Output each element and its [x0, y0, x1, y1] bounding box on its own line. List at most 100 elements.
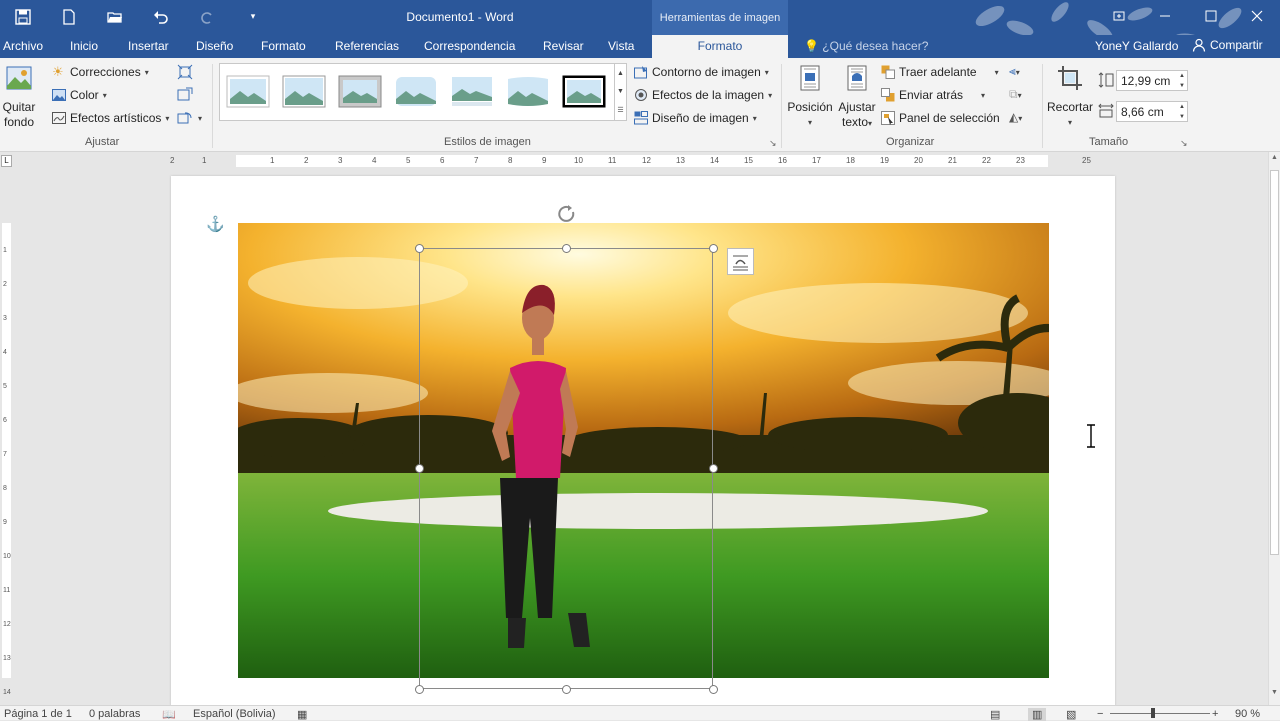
user-name[interactable]: YoneY Gallardo [1095, 39, 1178, 53]
maximize-icon[interactable] [1188, 0, 1234, 32]
zoom-in-icon[interactable]: + [1212, 708, 1218, 720]
position-button[interactable]: Posición ▾ [786, 64, 834, 130]
close-icon[interactable] [1234, 0, 1280, 32]
artistic-effects-label: Efectos artísticos [70, 111, 162, 125]
read-mode-icon[interactable]: ▤ [990, 708, 1000, 721]
tab-archivo[interactable]: Archivo [3, 39, 43, 53]
tab-formato-texto[interactable]: Formato [261, 39, 306, 53]
selection-pane-button[interactable]: Panel de selección [881, 108, 1000, 128]
picture-style-thumb[interactable] [282, 75, 326, 108]
picture-style-thumb[interactable] [338, 75, 382, 108]
tell-me-search[interactable]: 💡 ¿Qué desea hacer? [804, 39, 928, 53]
gallery-more-icon[interactable]: ☰ [617, 106, 623, 114]
picture-layout-button[interactable]: Diseño de imagen ▾ [634, 108, 757, 128]
wrap-text-button[interactable]: Ajustar texto▾ [836, 64, 878, 131]
minimize-icon[interactable] [1142, 0, 1188, 32]
resize-handle-n[interactable] [562, 244, 571, 253]
width-spinner-icon[interactable]: ▲ ▼ [1179, 102, 1185, 122]
align-icon[interactable]: ⫷▾ [1009, 64, 1020, 79]
reset-picture-dropdown[interactable]: ▾ [198, 114, 202, 123]
artistic-effects-button[interactable]: Efectos artísticos ▾ [52, 108, 169, 128]
vertical-scrollbar[interactable]: ▲ ▼ [1268, 152, 1280, 705]
picture-style-thumb-selected[interactable] [562, 75, 606, 108]
save-icon[interactable] [0, 0, 46, 33]
shape-width-input[interactable]: 8,66 cm ▲ ▼ [1116, 101, 1188, 122]
ruler-number: 3 [338, 156, 343, 165]
ruler-number: 23 [1016, 156, 1025, 165]
rotate-icon[interactable]: ◭▾ [1009, 110, 1022, 124]
anchor-icon[interactable]: ⚓ [206, 215, 225, 233]
tab-inicio[interactable]: Inicio [70, 39, 98, 53]
picture-style-thumb[interactable] [506, 75, 550, 108]
change-picture-icon[interactable] [177, 87, 193, 103]
send-backward-button[interactable]: Enviar atrás ▾ [881, 85, 985, 105]
corrections-button[interactable]: ☀ Correcciones ▾ [52, 62, 149, 82]
picture-border-button[interactable]: Contorno de imagen ▾ [634, 62, 769, 82]
language[interactable]: Español (Bolivia) [193, 708, 276, 720]
zoom-slider[interactable] [1110, 713, 1210, 714]
resize-handle-nw[interactable] [415, 244, 424, 253]
tab-formato-imagen[interactable]: Formato [652, 35, 788, 58]
scroll-down-icon[interactable]: ▼ [1271, 689, 1278, 696]
picture-effects-button[interactable]: Efectos de la imagen ▾ [634, 85, 772, 105]
print-layout-icon[interactable]: ▥ [1028, 708, 1047, 721]
picture-selection-frame[interactable] [419, 248, 713, 689]
gallery-down-icon[interactable]: ▼ [617, 88, 624, 95]
picture-style-thumb[interactable] [226, 75, 270, 108]
zoom-slider-thumb[interactable] [1151, 708, 1155, 718]
word-count[interactable]: 0 palabras [89, 708, 140, 720]
lightbulb-icon: 💡 [804, 39, 819, 53]
dialog-launcher-icon[interactable]: ↘ [769, 138, 777, 149]
bring-forward-icon [881, 65, 895, 79]
tab-correspondencia[interactable]: Correspondencia [424, 39, 515, 53]
rotate-handle-icon[interactable] [556, 204, 578, 226]
ruler-number: 12 [642, 156, 651, 165]
undo-icon[interactable] [138, 0, 184, 33]
resize-handle-e[interactable] [709, 464, 718, 473]
resize-handle-sw[interactable] [415, 685, 424, 694]
tab-insertar[interactable]: Insertar [128, 39, 169, 53]
layout-options-icon[interactable] [727, 248, 754, 275]
new-document-icon[interactable] [46, 0, 92, 33]
redo-icon[interactable] [184, 0, 230, 33]
share-button[interactable]: Compartir [1192, 38, 1263, 52]
open-folder-icon[interactable] [92, 0, 138, 33]
web-layout-icon[interactable]: ▧ [1066, 708, 1076, 721]
customize-qat-icon[interactable]: ▾ [230, 0, 276, 33]
vruler-number: 4 [3, 349, 7, 356]
color-label: Color [70, 88, 99, 102]
picture-style-thumb[interactable] [450, 75, 494, 108]
gallery-up-icon[interactable]: ▲ [617, 70, 624, 77]
group-objects-icon[interactable]: ⧉▾ [1009, 87, 1022, 102]
tab-revisar[interactable]: Revisar [543, 39, 584, 53]
color-button[interactable]: Color ▾ [52, 85, 107, 105]
vruler-number: 1 [3, 247, 7, 254]
dialog-launcher-icon[interactable]: ↘ [1180, 138, 1188, 149]
tab-selector-icon[interactable]: L [1, 155, 12, 167]
resize-handle-se[interactable] [709, 685, 718, 694]
tab-vista[interactable]: Vista [608, 39, 634, 53]
picture-style-thumb[interactable] [394, 75, 438, 108]
height-spinner-icon[interactable]: ▲ ▼ [1179, 71, 1185, 91]
zoom-out-icon[interactable]: − [1097, 708, 1103, 720]
scrollbar-thumb[interactable] [1270, 170, 1279, 555]
remove-background-button[interactable]: Quitar fondo [2, 64, 36, 130]
resize-handle-w[interactable] [415, 464, 424, 473]
shape-height-input[interactable]: 12,99 cm ▲ ▼ [1116, 70, 1188, 91]
tab-referencias[interactable]: Referencias [335, 39, 399, 53]
reset-picture-icon[interactable] [177, 110, 193, 126]
crop-button[interactable]: Recortar ▾ [1046, 64, 1094, 130]
compress-pictures-icon[interactable] [177, 64, 193, 80]
tab-diseno[interactable]: Diseño [196, 39, 233, 53]
proofing-icon[interactable]: 📖 [162, 708, 176, 721]
zoom-level[interactable]: 90 % [1235, 708, 1260, 720]
restore-ribbon-icon[interactable] [1096, 0, 1142, 32]
scroll-up-icon[interactable]: ▲ [1271, 154, 1278, 161]
resize-handle-s[interactable] [562, 685, 571, 694]
resize-handle-ne[interactable] [709, 244, 718, 253]
macro-record-icon[interactable]: ▦ [297, 708, 307, 721]
page-count[interactable]: Página 1 de 1 [4, 708, 72, 720]
remove-background-label-2: fondo [3, 115, 35, 129]
selection-pane-icon [881, 111, 895, 125]
bring-forward-button[interactable]: Traer adelante ▾ [881, 62, 999, 82]
